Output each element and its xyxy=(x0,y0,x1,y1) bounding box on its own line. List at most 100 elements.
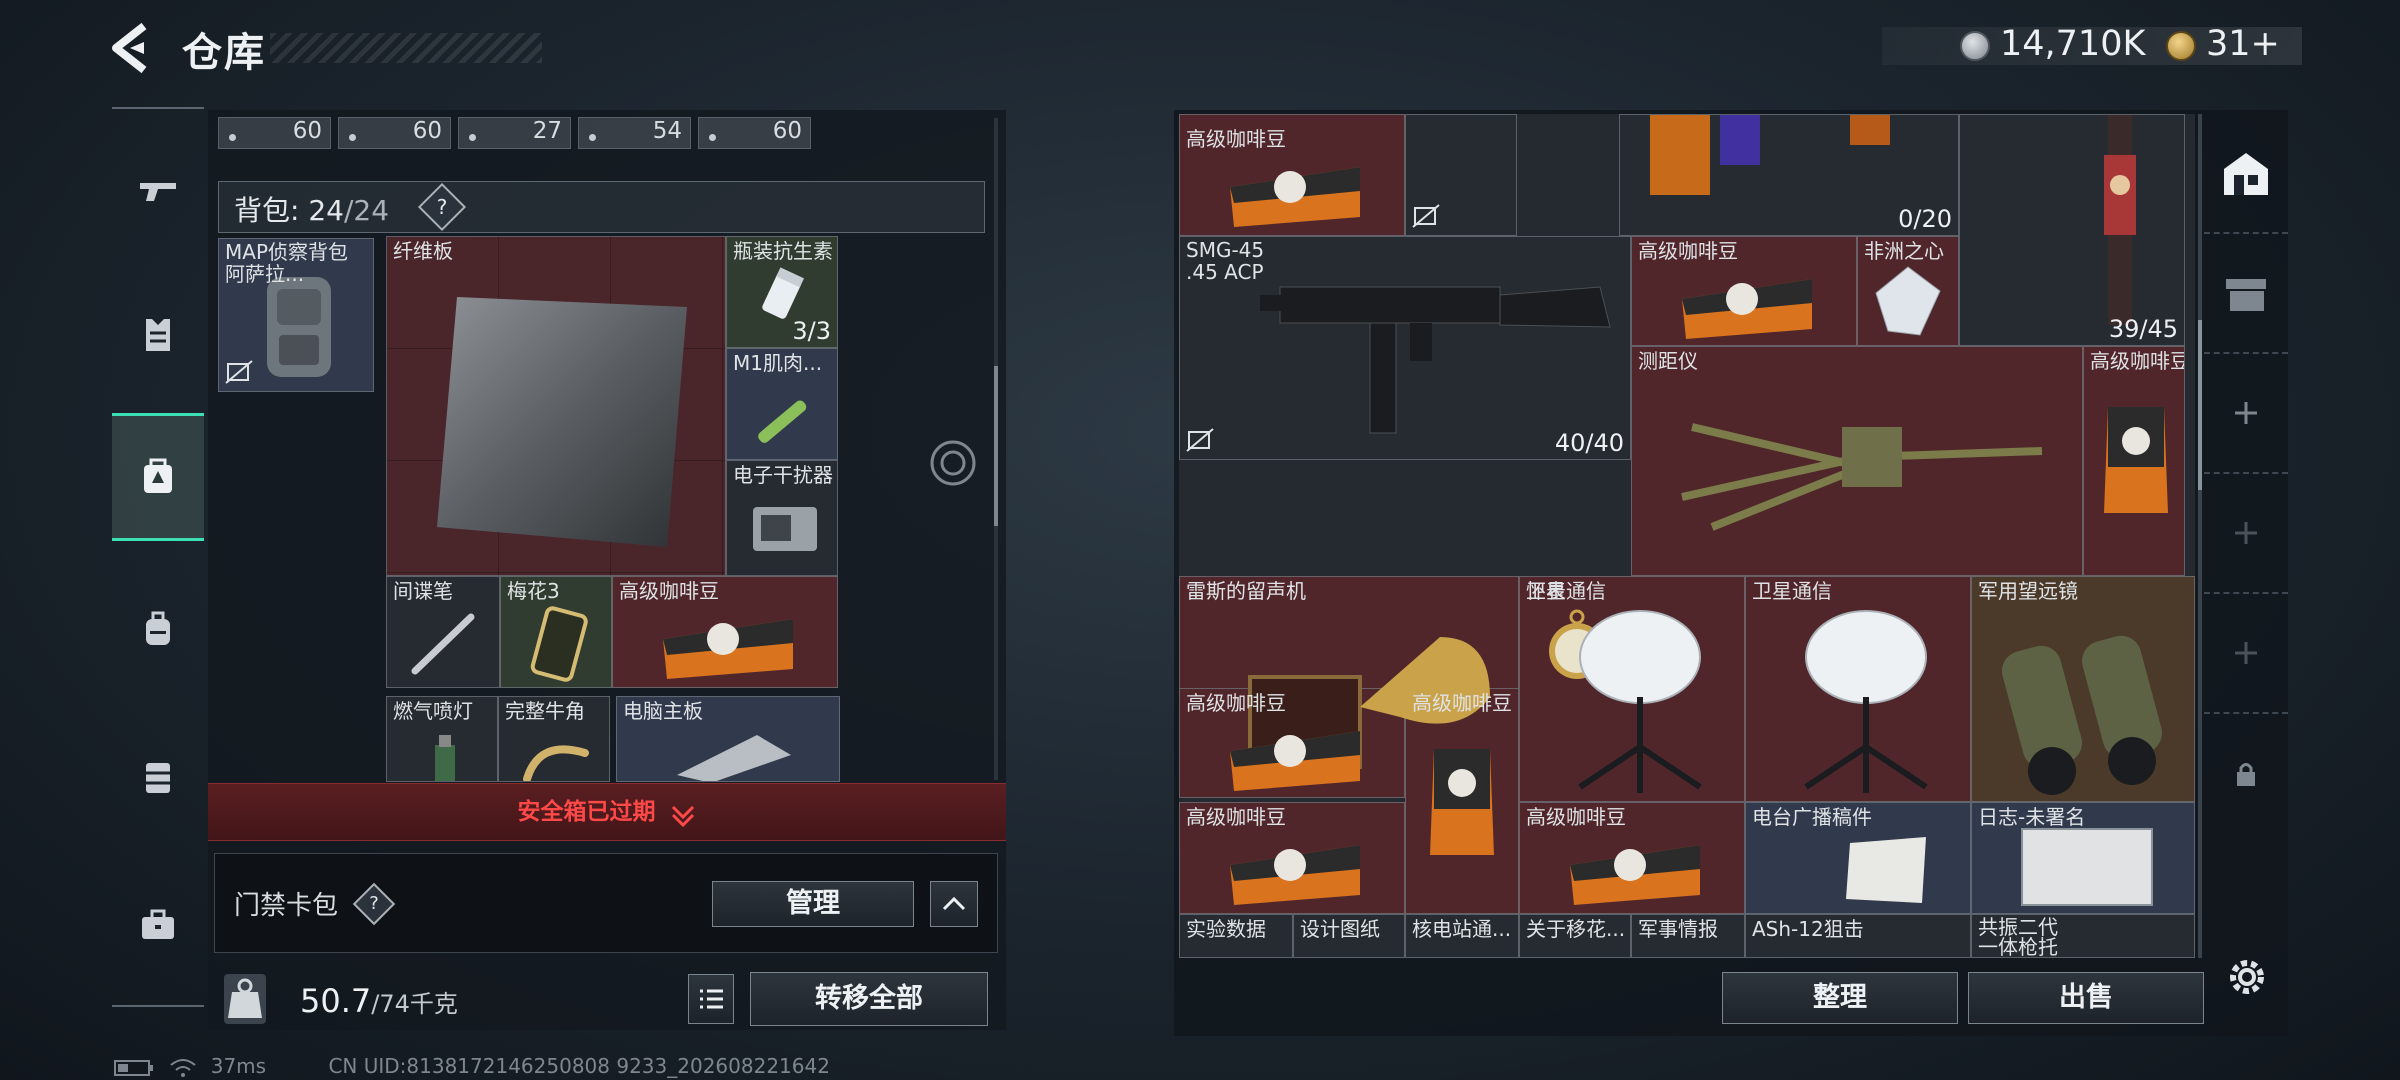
ammo-slot[interactable]: 60 xyxy=(218,117,331,149)
rifle-image xyxy=(2104,115,2136,325)
coffee-bag-image xyxy=(1230,731,1360,791)
help-icon: ? xyxy=(369,893,379,914)
nav-armor[interactable] xyxy=(112,289,204,381)
stash-item-coffee[interactable]: 高级咖啡豆 xyxy=(1179,802,1405,914)
smg-image xyxy=(1260,286,1611,434)
stash-item-coffee[interactable]: 高级咖啡豆 xyxy=(1519,802,1745,914)
weight-value: 50.7 xyxy=(300,982,372,1020)
item-name: 高级咖啡豆 xyxy=(1526,805,1626,829)
binoculars-image xyxy=(2001,635,2163,795)
silver-currency-value[interactable]: 14,710K xyxy=(2000,24,2145,64)
inventory-item-muscle-injector[interactable]: M1肌肉... xyxy=(726,348,838,460)
sort-button[interactable]: 整理 xyxy=(1722,972,1958,1024)
list-view-button[interactable] xyxy=(688,974,734,1024)
stash-item-blueprint[interactable]: 设计图纸 xyxy=(1293,914,1405,958)
item-name: 高级咖啡豆 xyxy=(1638,239,1738,263)
list-icon xyxy=(700,989,723,1009)
backpack-capacity: 背包: 24/24 xyxy=(234,189,389,229)
stash-page-2[interactable] xyxy=(2204,234,2288,354)
item-name: 燃气喷灯 xyxy=(393,699,473,723)
inventory-item-motherboard[interactable]: 电脑主板 xyxy=(616,696,840,782)
stash-add-page[interactable] xyxy=(2204,594,2288,714)
manage-button[interactable]: 管理 xyxy=(712,881,914,927)
nav-loadout[interactable] xyxy=(112,413,204,541)
inventory-item-horn[interactable]: 完整牛角 xyxy=(498,696,610,782)
inventory-item-backpack[interactable]: MAP侦察背包 阿萨拉... xyxy=(218,238,374,392)
nav-weapons[interactable] xyxy=(112,145,204,237)
item-name: 完整牛角 xyxy=(505,699,585,723)
stash-item-heart-of-africa[interactable]: 非洲之心 xyxy=(1857,236,1959,346)
stash-item-experiment-data[interactable]: 实验数据 xyxy=(1179,914,1293,958)
stash-scroll-thumb[interactable] xyxy=(2198,320,2202,490)
inventory-item-jammer[interactable]: 电子干扰器 xyxy=(726,460,838,576)
stash-scrollbar[interactable] xyxy=(2198,114,2202,958)
stash-add-page[interactable] xyxy=(2204,474,2288,594)
coffee-bag-image xyxy=(1682,279,1812,339)
ammo-slot[interactable]: 60 xyxy=(338,117,451,149)
back-arrow-icon xyxy=(112,22,147,74)
stash-item-document[interactable]: 关于移花... xyxy=(1519,914,1631,958)
side-nav xyxy=(112,107,204,1007)
motherboard-image xyxy=(677,735,791,781)
item-count: 40/40 xyxy=(1554,429,1624,457)
rangefinder-image xyxy=(1681,423,2043,531)
inventory-item-card-clubs3[interactable]: 梅花3 xyxy=(500,576,612,688)
item-name: 实验数据 xyxy=(1186,917,1266,941)
item-name: 卫星通信 xyxy=(1752,579,1832,603)
inventory-item-spy-pen[interactable]: 间谍笔 xyxy=(386,576,500,688)
coffee-bag-image xyxy=(1230,167,1360,227)
settings-gear-icon[interactable] xyxy=(2224,954,2270,1000)
ammo-slot[interactable]: 60 xyxy=(698,117,811,149)
stash-item-journal[interactable]: 日志-未署名 xyxy=(1971,802,2195,914)
stash-page-1[interactable] xyxy=(2204,114,2288,234)
safe-box-expired-bar[interactable]: 安全箱已过期 xyxy=(208,783,1006,841)
nav-case[interactable] xyxy=(112,879,204,971)
stash-item-binoculars[interactable]: 军用望远镜 xyxy=(1971,576,2195,802)
lock-icon xyxy=(2237,763,2255,786)
item-name: 高级咖啡豆 xyxy=(2090,349,2185,373)
back-button[interactable] xyxy=(108,22,154,74)
target-icon[interactable] xyxy=(928,438,978,488)
stash-locked-page[interactable] xyxy=(2204,714,2288,834)
wifi-icon xyxy=(170,1058,196,1077)
weight-icon xyxy=(224,974,266,1024)
stash-item-satellite-comms[interactable]: 卫星通信 xyxy=(1745,576,1971,802)
nav-chest-rig[interactable] xyxy=(112,731,204,823)
item-name: 核电站通... xyxy=(1412,917,1512,941)
item-name: ASh-12狙击 xyxy=(1752,917,1864,941)
item-name: 电台广播稿件 xyxy=(1752,805,1872,829)
ammo-slot[interactable]: 54 xyxy=(578,117,691,149)
sell-button[interactable]: 出售 xyxy=(1968,972,2204,1024)
nav-backpack[interactable] xyxy=(112,583,204,675)
gold-currency-value[interactable]: 31+ xyxy=(2206,24,2280,64)
stash-add-page[interactable] xyxy=(2204,354,2288,474)
diamond-image xyxy=(1875,266,1941,336)
inventory-item-fiberboard[interactable]: 纤维板 xyxy=(386,236,726,576)
help-icon: ? xyxy=(436,195,448,219)
stash-item-military-intel[interactable]: 军事情报 xyxy=(1631,914,1745,958)
gun-icon xyxy=(140,183,176,201)
item-name: 共振二代 一体枪托 xyxy=(1978,915,2058,958)
item-name: 卫星通信 xyxy=(1526,579,1606,603)
jammer-image xyxy=(753,507,817,551)
stash-item-ash12[interactable]: ASh-12狙击 xyxy=(1745,914,1971,958)
inventory-item-antibiotics[interactable]: 瓶装抗生素 3/3 xyxy=(726,236,838,348)
title-decoration xyxy=(270,33,542,63)
inventory-item-coffee[interactable]: 高级咖啡豆 xyxy=(612,576,838,688)
gold-coin-icon xyxy=(2166,31,2196,61)
stash-item-stock[interactable]: 共振二代 一体枪托 xyxy=(1971,914,2195,958)
backpack-scroll-thumb[interactable] xyxy=(994,366,998,526)
page-title: 仓库 xyxy=(182,30,266,76)
ammo-slot[interactable]: 27 xyxy=(458,117,571,149)
item-name: SMG-45 .45 ACP xyxy=(1186,238,1265,284)
expand-button[interactable] xyxy=(930,881,978,927)
battery-icon xyxy=(114,1059,153,1076)
stash-item-radio-script[interactable]: 电台广播稿件 xyxy=(1745,802,1971,914)
stash-item-nuclear-plant-doc[interactable]: 核电站通... xyxy=(1405,914,1519,958)
rifle-stand-icon xyxy=(2226,279,2266,311)
backpack-count: 24 xyxy=(308,194,344,227)
transfer-all-button[interactable]: 转移全部 xyxy=(750,972,988,1026)
item-name: 电子干扰器 xyxy=(733,463,833,487)
inventory-item-gas-torch[interactable]: 燃气喷灯 xyxy=(386,696,498,782)
item-name: 日志-未署名 xyxy=(1978,805,2086,829)
